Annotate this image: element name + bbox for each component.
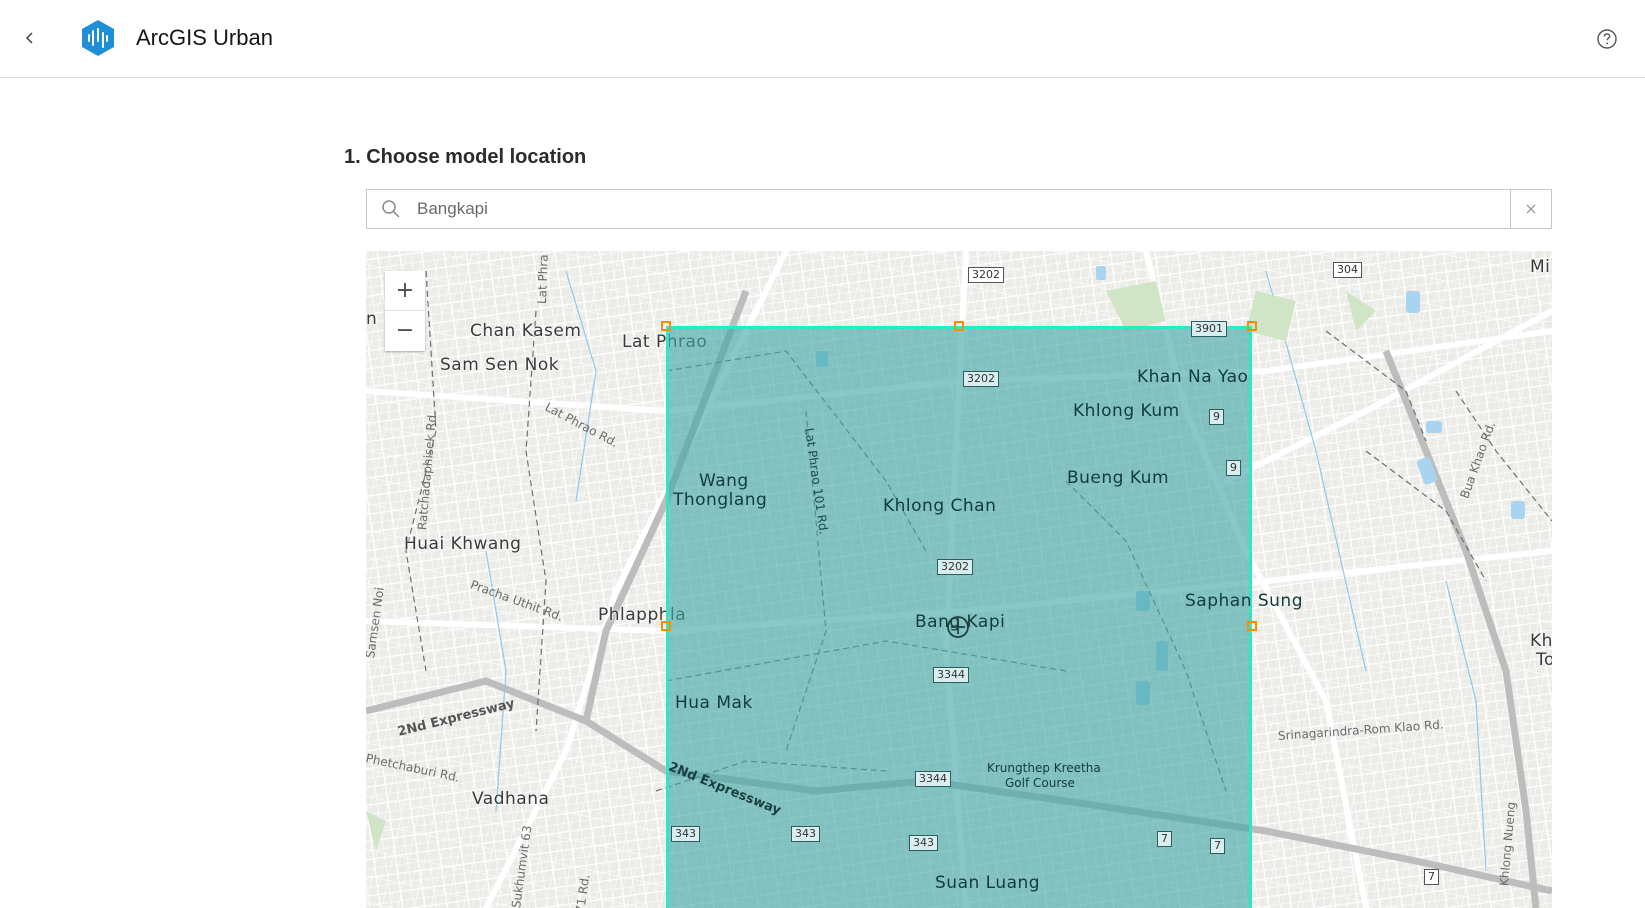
route-shield: 3344 bbox=[933, 667, 969, 683]
step-title: 1. Choose model location bbox=[344, 146, 587, 168]
route-shield: 343 bbox=[791, 826, 820, 842]
place-label: Thonglang bbox=[673, 490, 768, 510]
place-label: Chan Kasem bbox=[470, 321, 582, 341]
route-shield: 3202 bbox=[963, 371, 999, 387]
question-circle-icon bbox=[1597, 29, 1617, 49]
road-label: Lat Phra bbox=[535, 254, 551, 305]
road-label: 2Nd Expressway bbox=[666, 759, 783, 819]
route-shield: 343 bbox=[909, 835, 938, 851]
location-search bbox=[366, 189, 1552, 229]
search-icon bbox=[382, 200, 400, 218]
resize-handle-left[interactable] bbox=[661, 621, 671, 631]
close-icon bbox=[1526, 204, 1536, 214]
route-shield: 7 bbox=[1157, 831, 1172, 847]
zoom-out-button[interactable]: − bbox=[385, 310, 425, 350]
place-label: Khlong Kum bbox=[1073, 401, 1180, 421]
place-label: Wang bbox=[699, 471, 749, 491]
chevron-left-icon bbox=[25, 32, 33, 44]
zoom-in-button[interactable]: + bbox=[385, 271, 425, 310]
clear-search-button[interactable] bbox=[1510, 190, 1551, 228]
resize-handle-top-right[interactable] bbox=[1247, 321, 1257, 331]
place-label: Huai Khwang bbox=[404, 534, 522, 554]
move-crosshair-icon[interactable] bbox=[945, 614, 971, 640]
place-label: Krungthep Kreetha bbox=[987, 761, 1101, 775]
place-label: Suan Luang bbox=[935, 873, 1041, 893]
road-label: Lat Phrao 101 Rd. bbox=[802, 427, 831, 536]
route-shield: 9 bbox=[1226, 460, 1241, 476]
resize-handle-right[interactable] bbox=[1247, 621, 1257, 631]
route-shield: 3202 bbox=[968, 267, 1004, 283]
place-label: Khan Na Yao bbox=[1137, 367, 1249, 387]
route-shield: 3901 bbox=[1191, 321, 1227, 337]
help-button[interactable] bbox=[1594, 26, 1620, 52]
route-shield: 343 bbox=[671, 826, 700, 842]
route-shield: 7 bbox=[1424, 869, 1439, 885]
zoom-control: + − bbox=[385, 271, 425, 351]
back-button[interactable] bbox=[16, 24, 44, 52]
place-label: Golf Course bbox=[1005, 776, 1075, 790]
place-label: Khlon bbox=[1530, 631, 1552, 651]
route-shield: 3344 bbox=[915, 771, 951, 787]
map-view[interactable]: Chan Kasem Sam Sen Nok Lat Phrao Huai Kh… bbox=[366, 251, 1552, 908]
place-label: Hua Mak bbox=[675, 693, 753, 713]
route-shield: 9 bbox=[1209, 409, 1224, 425]
app-header: ArcGIS Urban bbox=[0, 0, 1645, 78]
route-shield: 3202 bbox=[937, 559, 973, 575]
place-label: Bueng Kum bbox=[1067, 468, 1170, 488]
place-label: Sam Sen Nok bbox=[440, 355, 560, 375]
place-label: Vadhana bbox=[472, 789, 550, 809]
resize-handle-top-left[interactable] bbox=[661, 321, 671, 331]
resize-handle-top[interactable] bbox=[954, 321, 964, 331]
search-input[interactable] bbox=[417, 190, 1447, 228]
route-shield: 304 bbox=[1333, 262, 1362, 278]
place-label: Khlong Chan bbox=[883, 496, 997, 516]
place-label: n bbox=[366, 309, 378, 329]
app-title: ArcGIS Urban bbox=[136, 25, 273, 50]
place-label: Mi bbox=[1530, 257, 1551, 277]
arcgis-urban-logo bbox=[82, 20, 114, 56]
route-shield: 7 bbox=[1210, 838, 1225, 854]
place-label: Saphan Sung bbox=[1185, 591, 1304, 611]
place-label: Ton bbox=[1536, 650, 1552, 670]
